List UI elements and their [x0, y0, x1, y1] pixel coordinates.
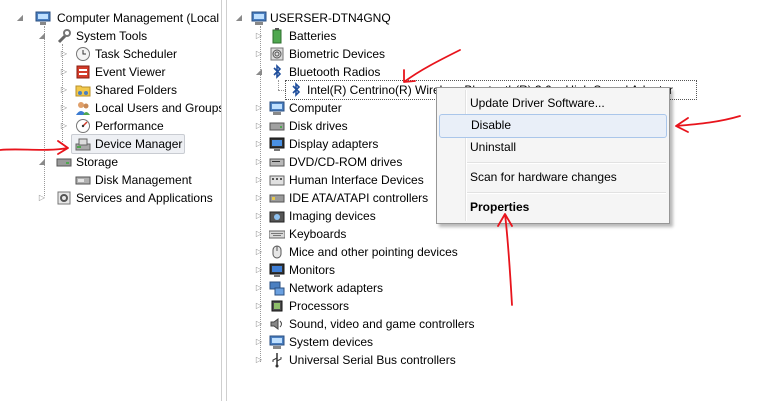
- arrow-to-bluetooth-device: [403, 49, 461, 83]
- arrow-to-properties: [497, 213, 513, 306]
- arrow-to-device-manager: [0, 140, 69, 155]
- arrow-to-disable: [675, 115, 741, 133]
- annotation-overlay: [0, 49, 741, 306]
